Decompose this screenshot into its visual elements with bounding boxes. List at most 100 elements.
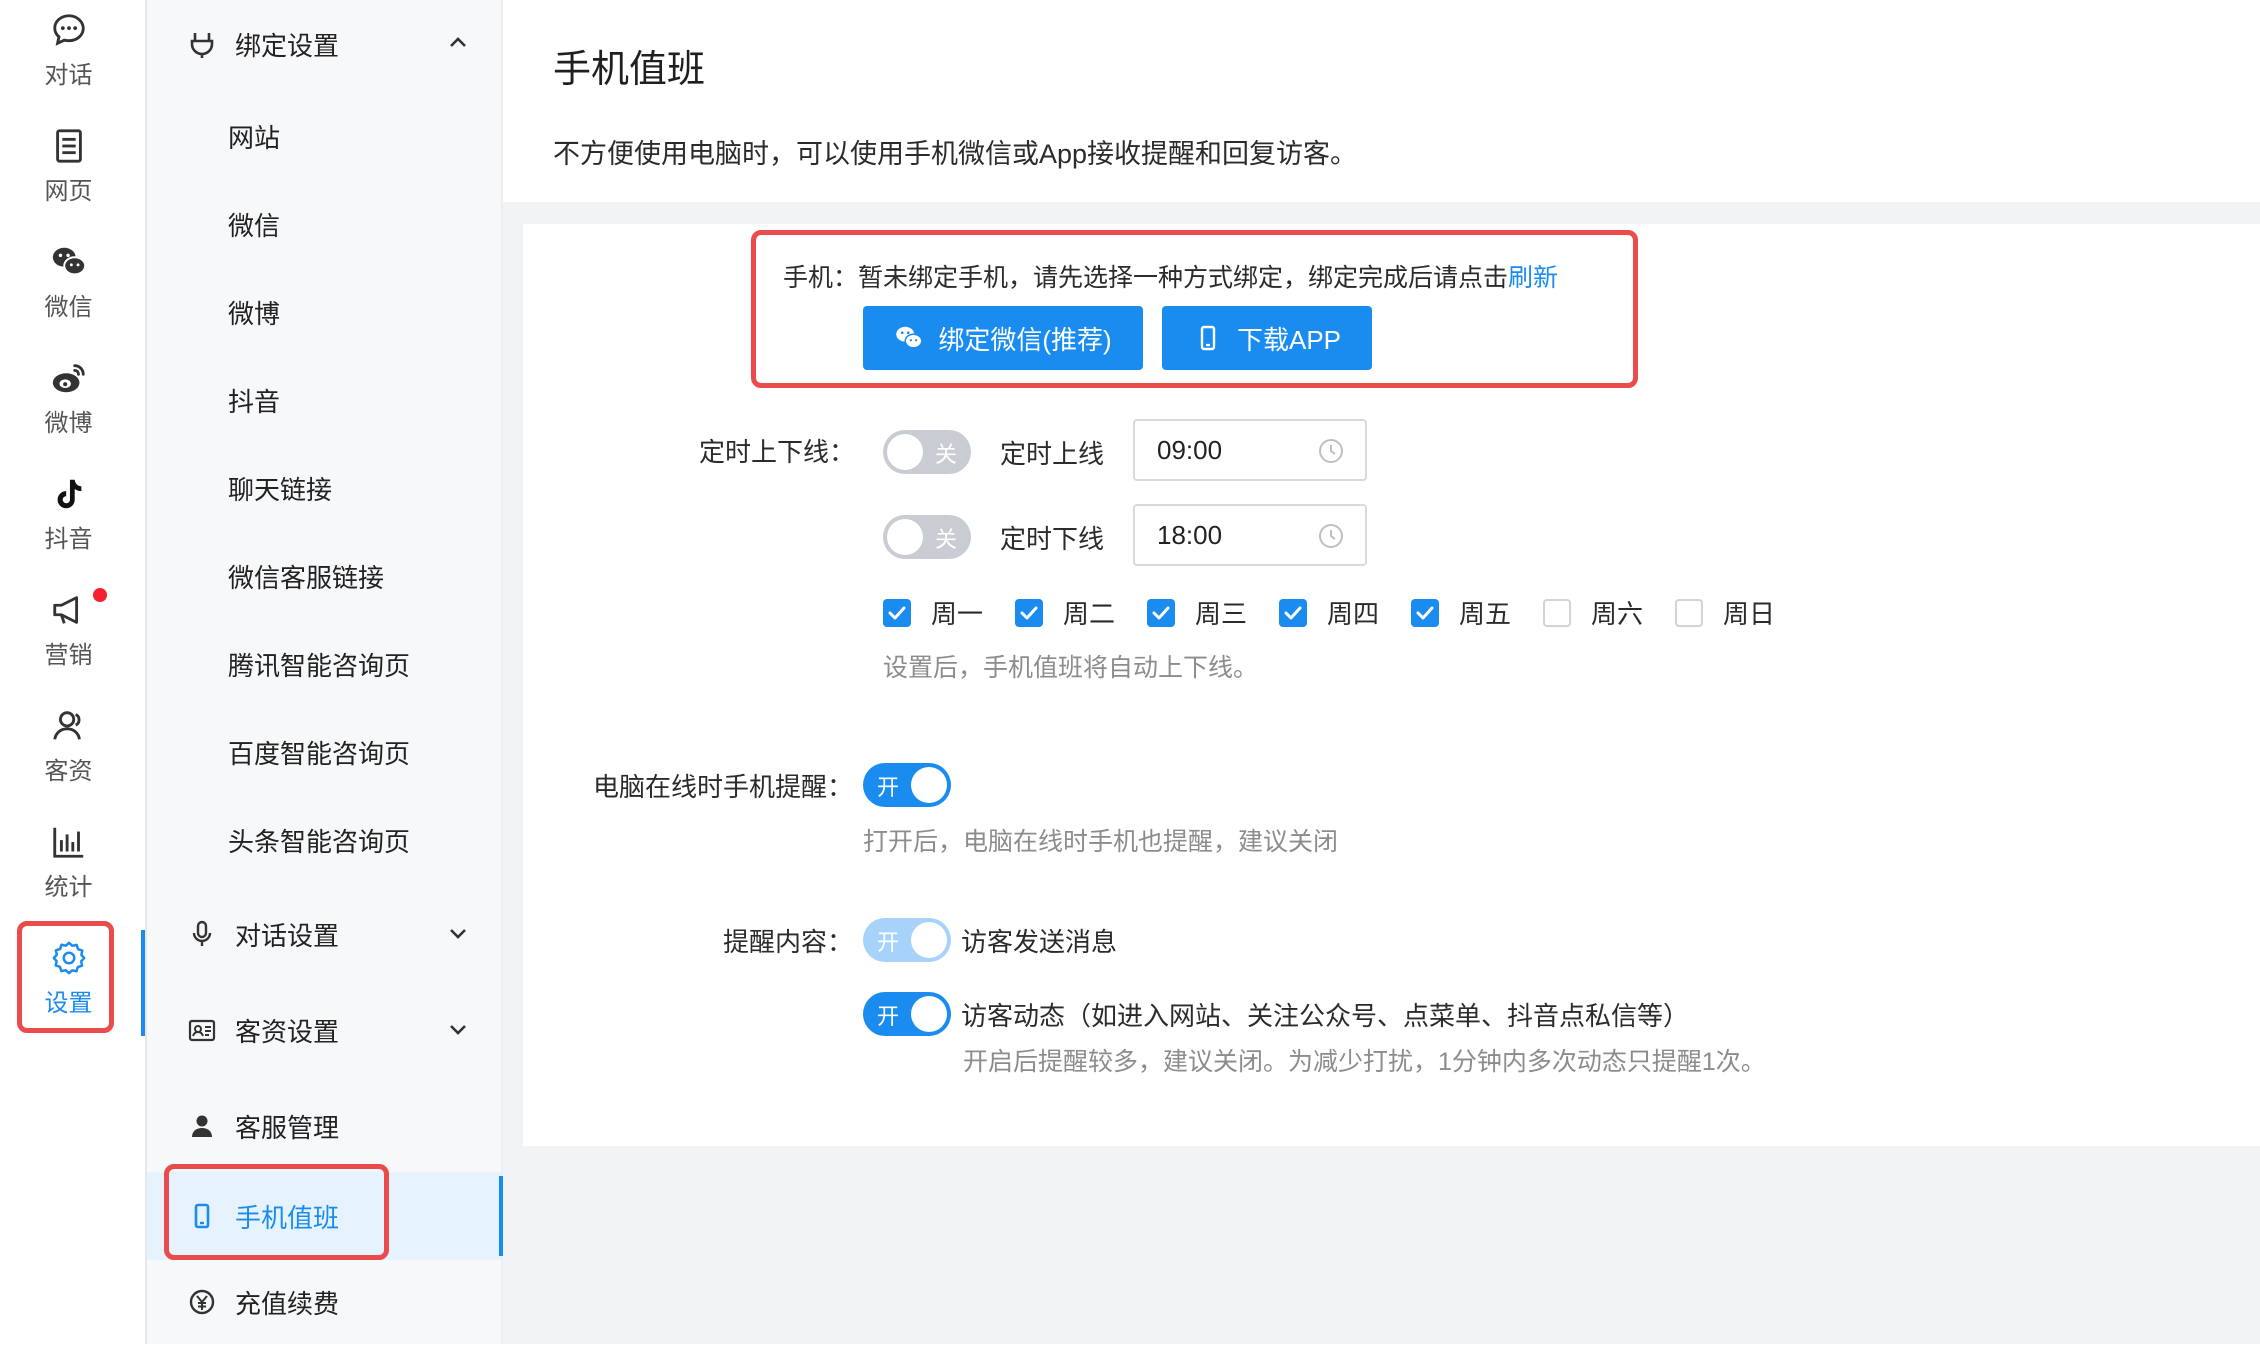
clock-icon: [1319, 524, 1343, 548]
rail-label-wechat: 微信: [44, 293, 93, 321]
wechat-icon: [52, 247, 86, 275]
rail-label-douyin: 抖音: [44, 525, 93, 553]
yuan-coin-icon: [187, 1287, 217, 1317]
schedule-hint: 设置后，手机值班将自动上下线。: [883, 654, 1259, 682]
checkbox-checked: [1147, 598, 1175, 627]
menu-item-weibo[interactable]: 微博: [147, 268, 501, 356]
pc-online-switch-text: 开: [877, 775, 900, 800]
menu-item-douyin[interactable]: 抖音: [147, 356, 501, 444]
menu-item-wechat[interactable]: 微信: [147, 180, 501, 268]
menu-item-tencent-page[interactable]: 腾讯智能咨询页: [147, 620, 501, 708]
page-header: 手机值班 不方便使用电脑时，可以使用手机微信或App接收提醒和回复访客。: [503, 0, 2260, 202]
menu-item-wechat-service-link[interactable]: 微信客服链接: [147, 532, 501, 620]
chevron-up-icon: [450, 37, 466, 47]
menu-item-chat-link-label: 聊天链接: [228, 474, 333, 505]
visitor-activity-switch[interactable]: 开: [863, 992, 951, 1036]
offline-time-input[interactable]: 18:00: [1133, 504, 1367, 566]
rail-active-indicator: [141, 930, 145, 1036]
rail-label-webpage: 网页: [44, 177, 93, 205]
rail-item-chat[interactable]: 对话: [0, 0, 137, 100]
visitor-message-switch: 开: [863, 918, 951, 962]
rail-item-marketing[interactable]: 营销: [0, 580, 137, 680]
rail-label-marketing: 营销: [44, 641, 93, 669]
weekday-label: 周一: [931, 599, 984, 629]
online-time-input[interactable]: 09:00: [1133, 419, 1367, 481]
menu-item-service-manage-label: 客服管理: [235, 1112, 340, 1143]
schedule-label: 定时上下线：: [698, 437, 855, 467]
menu-item-toutiao-page-label: 头条智能咨询页: [228, 826, 411, 857]
schedule-offline-switch[interactable]: 关: [883, 515, 971, 559]
online-time-value: 09:00: [1157, 435, 1223, 465]
weekday-label: 周二: [1063, 599, 1116, 629]
rail-label-weibo: 微博: [44, 409, 93, 437]
menu-group-customer-label: 客资设置: [235, 1016, 340, 1047]
id-card-icon: [187, 1015, 217, 1045]
rail-label-chat: 对话: [44, 61, 93, 89]
settings-menu: 绑定设置 网站 微信 微博 抖音 聊天链接 微信客服链接 腾讯智能咨询页 百度智…: [147, 0, 503, 1344]
menu-item-tencent-page-label: 腾讯智能咨询页: [228, 650, 411, 681]
check-icon: [1416, 606, 1434, 619]
schedule-online-switch[interactable]: 关: [883, 430, 971, 474]
menu-group-bind[interactable]: 绑定设置: [147, 0, 501, 88]
visitor-activity-switch-text: 开: [877, 1004, 900, 1029]
checkbox-checked: [1411, 598, 1439, 627]
checkbox-checked: [1015, 598, 1043, 627]
weekday-checkbox[interactable]: 周五: [1411, 594, 1511, 631]
schedule-offline-switch-text: 关: [934, 527, 957, 552]
rail-item-webpage[interactable]: 网页: [0, 116, 137, 216]
plug-icon: [187, 29, 217, 59]
online-time-label: 定时上线: [1000, 439, 1105, 469]
rail-item-customer[interactable]: 客资: [0, 696, 137, 796]
clock-icon: [1319, 439, 1343, 463]
menu-item-chat-link[interactable]: 聊天链接: [147, 444, 501, 532]
visitor-message-label: 访客发送消息: [961, 927, 1118, 957]
switch-knob: [887, 434, 923, 470]
chevron-down-icon: [450, 929, 466, 939]
menu-item-website[interactable]: 网站: [147, 92, 501, 180]
pc-online-label: 电脑在线时手机提醒：: [592, 772, 853, 802]
chevron-down-icon: [450, 1025, 466, 1035]
visitor-activity-label: 访客动态（如进入网站、关注公众号、点菜单、抖音点私信等）: [961, 1001, 1690, 1031]
menu-item-recharge-label: 充值续费: [235, 1288, 340, 1319]
menu-item-service-manage[interactable]: 客服管理: [147, 1082, 501, 1170]
switch-knob: [911, 996, 947, 1032]
check-icon: [1020, 606, 1038, 619]
rail-item-statistics[interactable]: 统计: [0, 812, 137, 912]
pc-online-switch[interactable]: 开: [863, 763, 951, 807]
microphone-icon: [187, 919, 217, 949]
statistics-icon: [52, 827, 83, 858]
weekday-checkbox[interactable]: 周六: [1543, 594, 1643, 631]
remind-content-label: 提醒内容：: [722, 927, 853, 957]
weekday-checkbox[interactable]: 周一: [883, 594, 983, 631]
icon-rail: 对话 网页 微信 微博 抖音 营销 客资 统计 设置: [0, 0, 147, 1344]
menu-item-website-label: 网站: [228, 122, 281, 153]
check-icon: [1152, 606, 1170, 619]
weekday-checkbox[interactable]: 周二: [1015, 594, 1115, 631]
switch-knob: [887, 519, 923, 555]
settings-highlight-box: [17, 921, 114, 1033]
rail-label-customer: 客资: [44, 757, 93, 785]
page-description: 不方便使用电脑时，可以使用手机微信或App接收提醒和回复访客。: [553, 139, 1358, 169]
schedule-online-switch-text: 关: [934, 442, 957, 467]
megaphone-icon: [52, 595, 78, 624]
weekday-checkbox[interactable]: 周三: [1147, 594, 1247, 631]
rail-label-statistics: 统计: [44, 873, 93, 901]
phone-bind-highlight-box: [751, 230, 1638, 388]
rail-item-weibo[interactable]: 微博: [0, 348, 137, 448]
menu-group-dialog[interactable]: 对话设置: [147, 890, 501, 978]
menu-item-wechat-service-link-label: 微信客服链接: [228, 562, 385, 593]
visitor-activity-hint: 开启后提醒较多，建议关闭。为减少打扰，1分钟内多次动态只提醒1次。: [963, 1048, 1766, 1076]
offline-time-value: 18:00: [1157, 520, 1223, 550]
checkbox-checked: [883, 598, 911, 627]
offline-time-label: 定时下线: [1000, 524, 1105, 554]
menu-item-toutiao-page[interactable]: 头条智能咨询页: [147, 796, 501, 884]
weekday-checkbox[interactable]: 周日: [1675, 594, 1775, 631]
rail-item-douyin[interactable]: 抖音: [0, 464, 137, 564]
rail-item-wechat[interactable]: 微信: [0, 232, 137, 332]
douyin-icon: [57, 479, 81, 508]
menu-item-recharge[interactable]: 充值续费: [147, 1258, 501, 1346]
menu-group-customer[interactable]: 客资设置: [147, 986, 501, 1074]
menu-item-baidu-page[interactable]: 百度智能咨询页: [147, 708, 501, 796]
weekday-checkbox[interactable]: 周四: [1279, 594, 1379, 631]
menu-item-douyin-label: 抖音: [228, 386, 281, 417]
